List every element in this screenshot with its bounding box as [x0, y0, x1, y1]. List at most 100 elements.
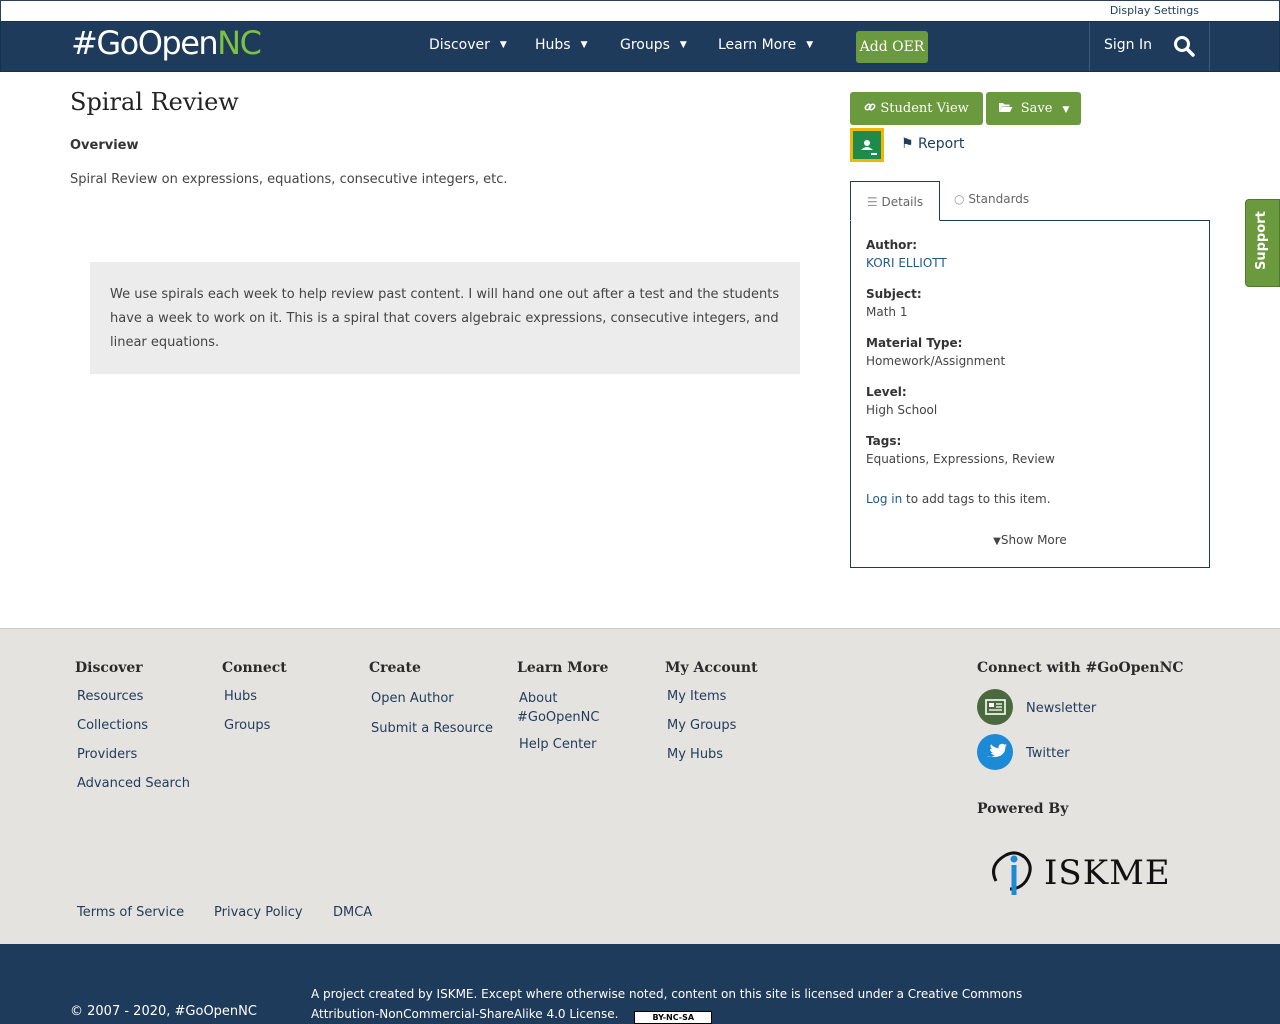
google-classroom-share-button[interactable] [850, 128, 884, 162]
footer-link-collections[interactable]: Collections [77, 718, 148, 733]
level-value: High School [866, 403, 938, 417]
nav-hubs[interactable]: Hubs ▼ [535, 37, 588, 53]
overview-text: Spiral Review on expressions, equations,… [70, 172, 508, 187]
powered-by-heading: Powered By [977, 801, 1069, 817]
nav-divider [1089, 22, 1090, 71]
list-icon: ☰ [866, 195, 878, 209]
logo-prefix: #GoOpen [71, 24, 219, 62]
footer-link-open-author[interactable]: Open Author [371, 691, 454, 706]
footer-link-help-center[interactable]: Help Center [519, 737, 597, 752]
footer-link-resources[interactable]: Resources [77, 689, 143, 704]
add-oer-button[interactable]: Add OER [856, 31, 928, 63]
search-button[interactable] [1173, 35, 1197, 59]
nav-discover[interactable]: Discover ▼ [429, 37, 507, 53]
material-type-label: Material Type: [866, 336, 963, 350]
utility-bar: Display Settings [0, 0, 1280, 21]
level-label: Level: [866, 385, 907, 399]
newsletter-icon-button[interactable] [977, 689, 1013, 725]
author-label: Author: [866, 238, 918, 252]
copyright-text: © 2007 - 2020, #GoOpenNC [70, 1004, 257, 1019]
report-label: Report [918, 136, 965, 152]
material-type-value: Homework/Assignment [866, 354, 1006, 368]
sign-in-link[interactable]: Sign In [1104, 37, 1152, 53]
support-label: Support [1254, 211, 1269, 270]
site-logo[interactable]: #GoOpenNC [71, 24, 262, 62]
footer-link-privacy[interactable]: Privacy Policy [214, 905, 303, 920]
student-view-label: Student View [880, 101, 969, 116]
iskme-logo-mark [992, 851, 1032, 895]
display-settings-link[interactable]: Display Settings [1110, 4, 1199, 17]
bottom-bar: © 2007 - 2020, #GoOpenNC A project creat… [0, 944, 1280, 1024]
footer-link-providers[interactable]: Providers [77, 747, 137, 762]
nav-groups[interactable]: Groups ▼ [620, 37, 687, 53]
overview-heading: Overview [70, 138, 139, 153]
tab-details[interactable]: ☰ Details [850, 181, 940, 221]
twitter-icon [987, 743, 1007, 758]
footer-link-dmca[interactable]: DMCA [333, 905, 372, 920]
chevron-down-icon: ▼ [806, 40, 814, 50]
tab-details-label: Details [881, 195, 924, 209]
footer: Discover Resources Collections Providers… [0, 628, 1280, 944]
page-title: Spiral Review [70, 88, 239, 116]
link-icon [864, 103, 876, 111]
footer-link-my-items[interactable]: My Items [667, 689, 726, 704]
login-to-tag-text: Log in to add tags to this item. [866, 492, 1051, 506]
details-tabs: ☰ Details ○ Standards [850, 181, 1210, 221]
subject-value: Math 1 [866, 305, 908, 319]
footer-learn-heading: Learn More [517, 660, 609, 676]
nav-learn-more-label: Learn More [718, 37, 797, 53]
footer-link-about[interactable]: About #GoOpenNC [517, 689, 627, 727]
subject-label: Subject: [866, 287, 922, 301]
nav-divider [1209, 22, 1210, 71]
chevron-down-icon: ▼ [679, 40, 687, 50]
caret-down-icon: ▼ [1062, 105, 1070, 115]
footer-link-twitter[interactable]: Twitter [1026, 746, 1070, 761]
footer-link-newsletter[interactable]: Newsletter [1026, 701, 1096, 716]
folder-open-icon [998, 103, 1013, 112]
flag-icon: ⚑ [901, 136, 914, 152]
twitter-icon-button[interactable] [977, 734, 1013, 770]
footer-link-groups[interactable]: Groups [224, 718, 270, 733]
footer-link-hubs[interactable]: Hubs [224, 689, 257, 704]
student-view-button[interactable]: Student View [850, 92, 983, 125]
login-link[interactable]: Log in [866, 492, 902, 506]
footer-discover-heading: Discover [75, 660, 143, 676]
footer-account-heading: My Account [665, 660, 758, 676]
google-classroom-icon [853, 131, 881, 159]
iskme-logo[interactable]: ISKME [988, 841, 1170, 899]
details-panel: Author: KORI ELLIOTT Subject: Math 1 Mat… [850, 220, 1210, 568]
save-button[interactable]: Save ▼ [986, 92, 1081, 125]
iskme-wordmark: ISKME [1044, 853, 1171, 893]
chevron-down-icon: ▼ [580, 40, 588, 50]
license-text: A project created by ISKME. Except where… [311, 984, 1071, 1024]
nav-discover-label: Discover [429, 37, 490, 53]
tags-label: Tags: [866, 434, 902, 448]
footer-link-submit-resource[interactable]: Submit a Resource [371, 721, 493, 736]
cc-license-badge[interactable]: BY-NC-SA [634, 1011, 713, 1024]
footer-connect-heading: Connect [222, 660, 287, 676]
nav-hubs-label: Hubs [535, 37, 571, 53]
logo-suffix: NC [217, 24, 262, 62]
search-icon [1174, 36, 1195, 57]
footer-link-advanced-search[interactable]: Advanced Search [77, 776, 190, 791]
description-box: We use spirals each week to help review … [90, 262, 800, 374]
login-suffix: to add tags to this item. [902, 492, 1051, 506]
footer-link-my-hubs[interactable]: My Hubs [667, 747, 723, 762]
nav-learn-more[interactable]: Learn More ▼ [718, 37, 813, 53]
tags-value: Equations, Expressions, Review [866, 452, 1055, 466]
author-link[interactable]: KORI ELLIOTT [866, 256, 947, 270]
nav-groups-label: Groups [620, 37, 670, 53]
report-link[interactable]: ⚑ Report [901, 136, 964, 152]
main-nav: #GoOpenNC Discover ▼ Hubs ▼ Groups ▼ Learn … [0, 21, 1280, 72]
show-more-link[interactable]: ▼Show More [851, 533, 1209, 547]
support-tab[interactable]: Support [1245, 199, 1280, 287]
footer-link-terms[interactable]: Terms of Service [77, 905, 184, 920]
tab-standards-label: Standards [968, 192, 1030, 206]
footer-social-heading: Connect with #GoOpenNC [977, 660, 1184, 676]
save-label: Save [1020, 101, 1053, 116]
chevron-down-icon: ▼ [499, 40, 507, 50]
newspaper-icon [985, 699, 1006, 715]
tab-standards[interactable]: ○ Standards [954, 192, 1029, 206]
footer-link-my-groups[interactable]: My Groups [667, 718, 736, 733]
footer-create-heading: Create [369, 660, 421, 676]
